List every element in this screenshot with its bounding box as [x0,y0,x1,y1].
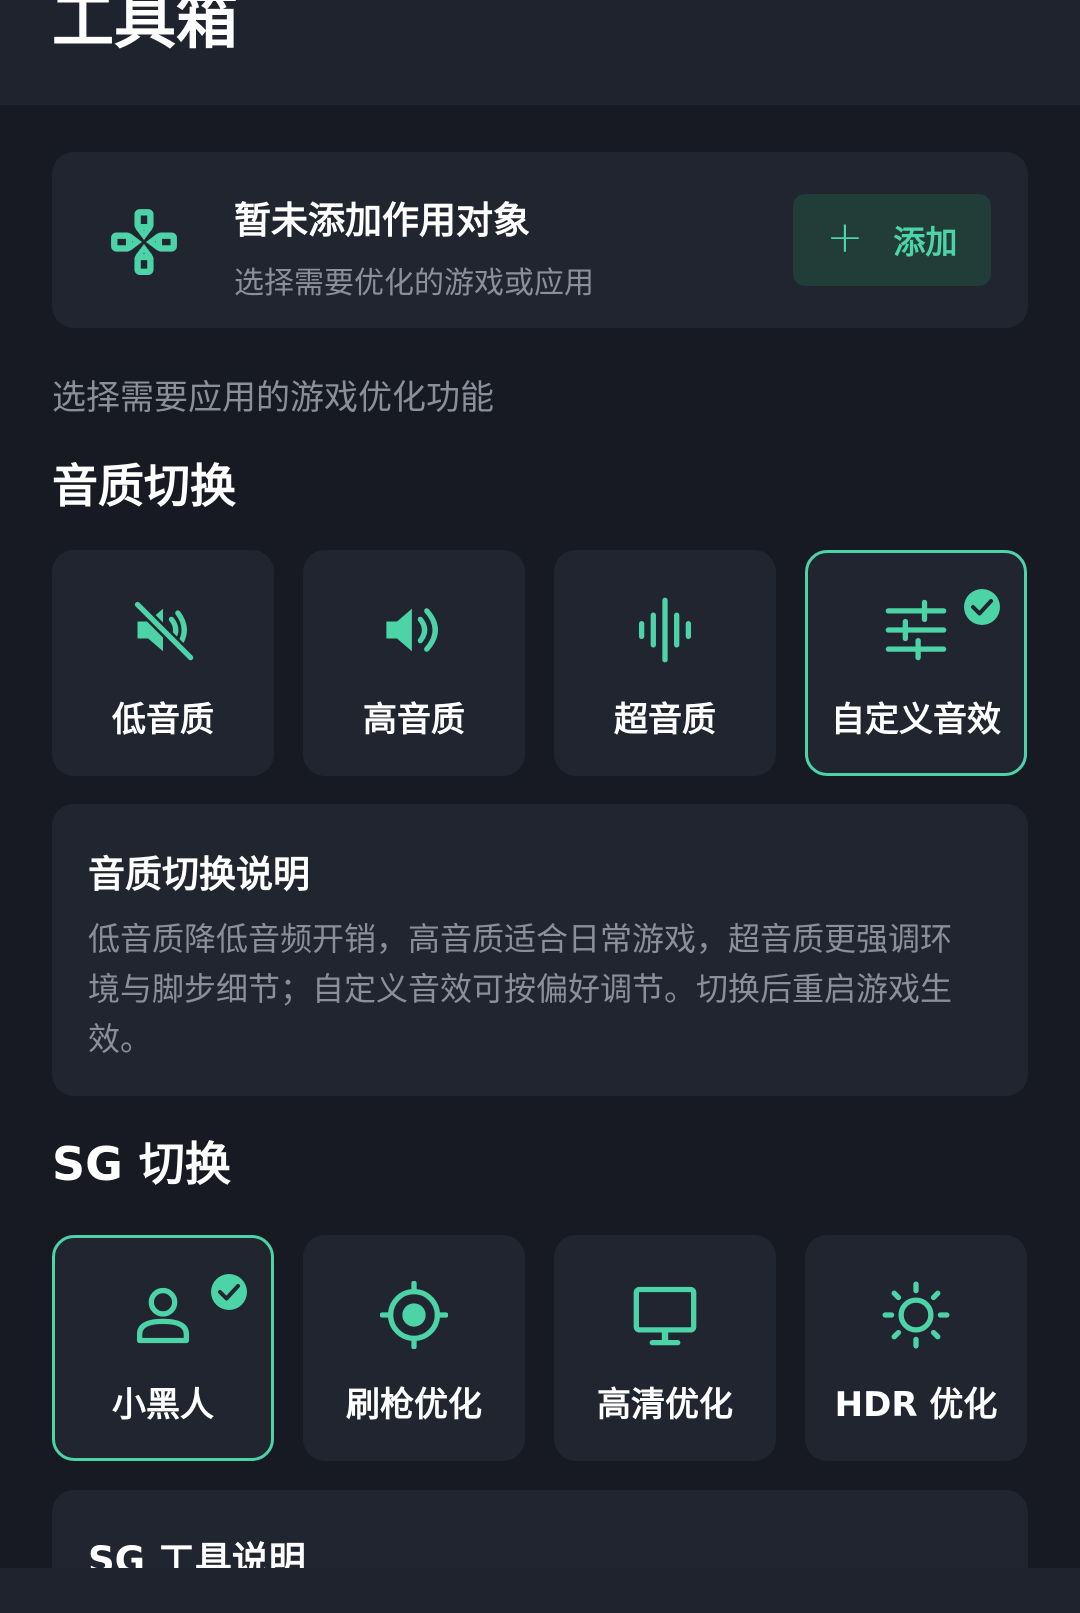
sound-wave-icon [638,597,692,663]
sound-option-high[interactable]: 高音质 [303,550,525,776]
add-button-label: 添加 [893,223,958,261]
sound-option-low[interactable]: 低音质 [52,550,274,776]
sound-option-label: 低音质 [112,700,214,740]
check-badge-icon [211,1274,247,1310]
sg-option-weapon[interactable]: 刷枪优化 [303,1235,525,1461]
monitor-icon [633,1286,697,1346]
sound-option-ultra[interactable]: 超音质 [554,550,776,776]
target-title: 暂未添加作用对象 [234,199,530,242]
sound-info-card: 音质切换说明 低音质降低音频开销，高音质适合日常游戏，超音质更强调环境与脚步细节… [52,804,1028,1096]
check-badge-icon [964,589,1000,625]
add-button[interactable]: + 添加 [793,194,991,286]
plus-icon: + [826,212,864,263]
toolbox-page: 工具箱 暂未添加作用对象 选择需要优化的游戏或应用 + 添加 选择需要应用的游戏… [0,0,1080,1613]
sound-option-custom[interactable]: 自定义音效 [805,550,1027,776]
sliders-icon [885,599,947,661]
sound-option-label: 高音质 [363,700,465,740]
sound-option-label: 自定义音效 [831,700,1001,740]
sound-info-title: 音质切换说明 [88,853,310,896]
sg-heading: SG 切换 [52,1137,231,1191]
target-subtitle: 选择需要优化的游戏或应用 [234,266,594,301]
sun-icon [882,1281,950,1349]
speaker-muted-icon [133,600,195,662]
crosshair-icon [380,1281,448,1349]
sg-option-hdr[interactable]: HDR 优化 [805,1235,1027,1461]
sg-option-label: 小黑人 [112,1385,214,1425]
sg-option-label: 高清优化 [597,1385,733,1425]
page-title: 工具箱 [52,0,239,57]
top-header: 工具箱 [0,0,1080,105]
speaker-icon [386,608,438,652]
sound-heading: 音质切换 [52,459,236,513]
sound-info-body: 低音质降低音频开销，高音质适合日常游戏，超音质更强调环境与脚步细节；自定义音效可… [88,920,953,1058]
sg-option-hd[interactable]: 高清优化 [554,1235,776,1461]
sound-option-label: 超音质 [614,700,716,740]
person-icon [136,1287,190,1344]
sg-option-label: 刷枪优化 [346,1385,482,1425]
bottom-strip [0,1568,1080,1613]
sg-option-person[interactable]: 小黑人 [52,1235,274,1461]
section-hint: 选择需要应用的游戏优化功能 [52,378,494,418]
sg-option-label: HDR 优化 [834,1385,998,1425]
gamepad-icon [111,209,177,275]
